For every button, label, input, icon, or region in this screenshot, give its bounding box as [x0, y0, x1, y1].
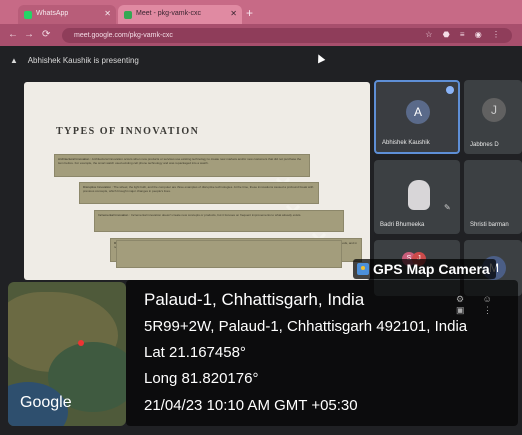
- presentation-icon: ▲: [10, 56, 18, 65]
- presenting-banner: ▲ Abhishek Kaushik is presenting: [10, 56, 139, 65]
- participant-tile[interactable]: Badri Bhumeeka: [374, 160, 460, 234]
- gps-latitude: Lat 21.167458°: [144, 344, 246, 361]
- participant-video: [408, 180, 430, 210]
- map-pin-icon: [357, 263, 369, 275]
- participant-name: Jabbnes D: [470, 142, 499, 148]
- url-text: meet.google.com/pkg-vamk-cxc: [74, 32, 173, 39]
- reload-icon[interactable]: ⟳: [42, 29, 50, 40]
- gps-app-label: GPS Map Camera: [353, 259, 496, 279]
- meet-icon: [124, 11, 132, 19]
- location-map: Google: [8, 282, 126, 426]
- browser-tab-bar: WhatsApp ✕ Meet - pkg-vamk-cxc ✕ +: [0, 0, 522, 24]
- meet-control-icons[interactable]: ⚙ ☺ ▣ ⋮: [456, 294, 522, 316]
- slide-title: TYPES OF INNOVATION: [56, 126, 200, 137]
- gps-datetime: 21/04/23 10:10 AM GMT +05:30: [144, 397, 358, 414]
- close-icon[interactable]: ✕: [230, 9, 237, 18]
- participant-name: Badri Bhumeeka: [380, 222, 425, 228]
- close-icon[interactable]: ✕: [104, 9, 111, 18]
- avatar: A: [406, 100, 430, 124]
- box-text: Architectural innovation occurs when new…: [58, 157, 302, 165]
- gps-longitude: Long 81.820176°: [144, 370, 259, 387]
- pin-icon[interactable]: ✎: [444, 203, 451, 212]
- participant-tile[interactable]: Shristi barman: [464, 160, 522, 234]
- tab-whatsapp[interactable]: WhatsApp ✕: [18, 5, 116, 24]
- tab-meet[interactable]: Meet - pkg-vamk-cxc ✕: [118, 5, 242, 24]
- participant-name: Abhishek Kaushik: [382, 140, 430, 146]
- speaking-icon: [446, 86, 454, 94]
- participant-tile[interactable]: A Abhishek Kaushik: [374, 80, 460, 154]
- photo-of-screen: WhatsApp ✕ Meet - pkg-vamk-cxc ✕ + ← → ⟳…: [0, 0, 522, 435]
- box-text: Incremental innovation doesn't create ne…: [130, 213, 302, 217]
- gps-place: Palaud-1, Chhattisgarh, India: [144, 290, 365, 309]
- innovation-box: Disruptive Innovation : The wheel, the l…: [79, 182, 319, 204]
- location-marker-icon: [78, 340, 84, 346]
- innovation-box: Architectural Innovation : Architectural…: [54, 154, 310, 177]
- new-tab-button[interactable]: +: [246, 6, 253, 20]
- gps-address: 5R99+2W, Palaud-1, Chhattisgarh 492101, …: [144, 318, 468, 335]
- innovation-box: Incremental Innovation : Incremental inn…: [94, 210, 344, 232]
- tab-label: WhatsApp: [36, 10, 69, 17]
- innovation-box: Radical Innovation :: [116, 240, 342, 268]
- box-lead: Incremental Innovation :: [98, 213, 131, 217]
- avatar: J: [482, 98, 506, 122]
- box-text: The wheel, the light bulb, and the compu…: [83, 185, 314, 193]
- google-logo: Google: [20, 394, 72, 411]
- presenting-text: Abhishek Kaushik is presenting: [27, 56, 139, 65]
- browser-toolbar: ← → ⟳ meet.google.com/pkg-vamk-cxc ☆ ⬣ ≡…: [0, 24, 522, 46]
- gps-app-name: GPS Map Camera: [373, 261, 490, 277]
- participant-name: Shristi barman: [470, 222, 509, 228]
- whatsapp-icon: [24, 11, 32, 19]
- tab-label: Meet - pkg-vamk-cxc: [136, 10, 201, 17]
- address-bar[interactable]: meet.google.com/pkg-vamk-cxc ☆ ⬣ ≡ ◉ ⋮: [62, 28, 512, 43]
- mouse-cursor-icon: [314, 52, 326, 64]
- back-icon[interactable]: ←: [8, 29, 18, 40]
- extension-icons[interactable]: ☆ ⬣ ≡ ◉ ⋮: [425, 30, 504, 39]
- forward-icon[interactable]: →: [24, 29, 34, 40]
- participant-tile[interactable]: J Jabbnes D: [464, 80, 522, 154]
